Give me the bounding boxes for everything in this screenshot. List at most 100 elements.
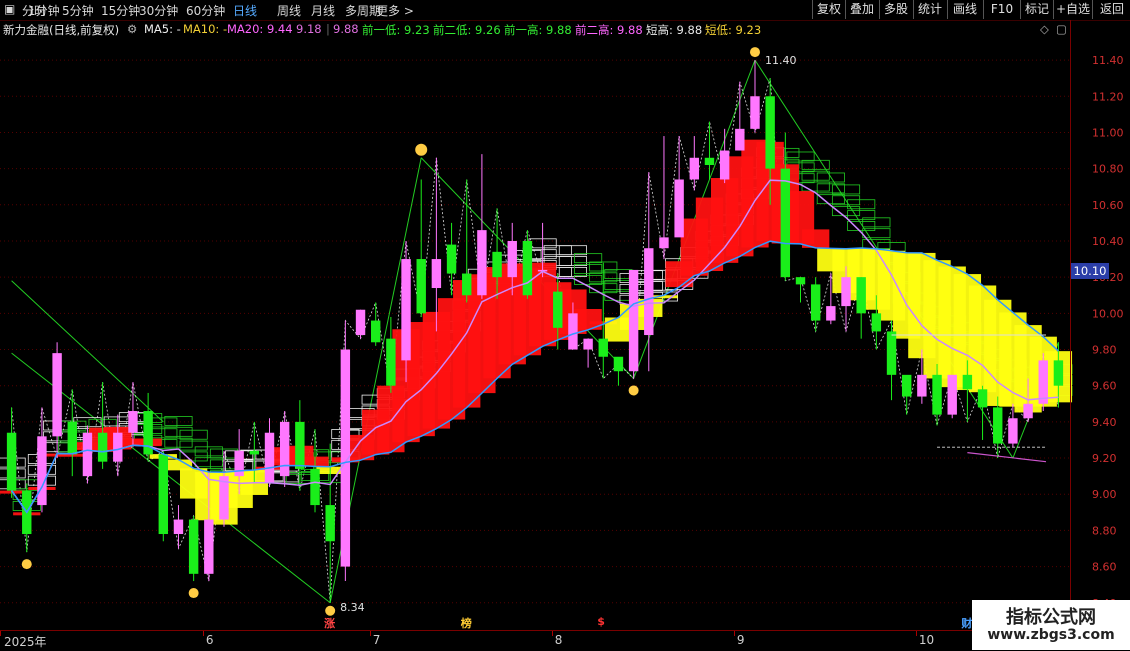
candle-body	[1023, 403, 1033, 419]
candle-body	[507, 240, 517, 278]
y-tick-label: 10.80	[1092, 163, 1124, 176]
window-icon[interactable]: ▢	[1056, 22, 1067, 36]
y-tick-label: 11.00	[1092, 126, 1124, 139]
event-marker[interactable]: $	[597, 615, 605, 628]
candle-body	[553, 291, 563, 328]
candle-body	[522, 240, 533, 296]
settings-icon[interactable]: ⚙	[127, 22, 137, 36]
period-tab-8[interactable]: 月线	[311, 2, 335, 19]
diamond-icon[interactable]: ◇	[1040, 22, 1049, 36]
kline-chart[interactable]: 8.408.608.809.009.209.409.609.8010.0010.…	[0, 38, 1130, 630]
x-tick-label: 10	[918, 633, 935, 647]
candle-body	[886, 331, 897, 375]
period-tab-4[interactable]: 30分钟	[139, 2, 178, 19]
low-label: 8.34	[340, 601, 365, 614]
hand-marker-icon	[188, 588, 199, 599]
candle-body	[962, 374, 973, 390]
candle-body	[765, 96, 775, 169]
toolbar-btn-4[interactable]: 画线	[947, 0, 982, 19]
y-tick-label: 10.40	[1092, 235, 1124, 248]
prev-low-1: 前一低: 9.23	[362, 23, 430, 37]
toolbar-btn-7[interactable]: +自选	[1053, 0, 1092, 19]
period-toolbar: 分时 1分钟 5分钟 15分钟 30分钟 60分钟 日线 周线 月线 多周期 更多 > ▣ 复权 叠加 多股…	[0, 0, 1130, 21]
toolbar-btn-8[interactable]: 返回	[1092, 0, 1130, 19]
period-tab-3[interactable]: 15分钟	[101, 2, 140, 19]
candle-body	[1008, 418, 1018, 444]
candle-body	[826, 306, 836, 321]
indicator-info-bar: 新力金融(日线,前复权) ⚙ MA5: - MA10: - MA20: 9.44…	[3, 22, 1067, 37]
candle-body	[82, 432, 93, 477]
prev-high-2: 前二高: 9.88	[575, 23, 643, 37]
ladder-box	[831, 206, 861, 217]
ladder-box	[786, 151, 815, 162]
period-tab-6[interactable]: 日线	[233, 2, 257, 19]
event-marker[interactable]: 榜	[461, 615, 472, 631]
marker-icon	[415, 143, 428, 156]
toolbar-btn-3[interactable]: 统计	[913, 0, 946, 19]
stock-title: 新力金融(日线,前复权)	[3, 23, 120, 37]
event-marker[interactable]: 财	[961, 615, 972, 631]
candle-body	[52, 353, 62, 437]
toolbar-btn-0[interactable]: 复权	[812, 0, 845, 19]
candle-body	[310, 468, 320, 506]
candle-body	[977, 389, 988, 408]
candle-body	[644, 248, 654, 336]
event-marker[interactable]: 涨	[324, 615, 335, 631]
candle-body	[917, 374, 927, 397]
trend-line	[11, 280, 164, 423]
layout-icon[interactable]: ▣	[4, 2, 15, 16]
period-tab-2[interactable]: 5分钟	[62, 2, 94, 19]
y-tick-label: 8.80	[1092, 524, 1117, 537]
y-tick-label: 11.20	[1092, 90, 1124, 103]
candle-body	[249, 450, 260, 455]
candle-body	[704, 157, 715, 166]
candle-body	[158, 454, 169, 535]
candle-body	[750, 96, 760, 129]
candle-body	[492, 251, 502, 278]
period-tab-5[interactable]: 60分钟	[186, 2, 225, 19]
candle-body	[993, 407, 1003, 444]
watermark-logo: 指标公式网 www.zbgs3.com	[972, 600, 1130, 650]
y-tick-label: 9.20	[1092, 452, 1117, 465]
candle-body	[841, 277, 851, 307]
period-tab-7[interactable]: 周线	[277, 2, 301, 19]
candle-body	[462, 273, 472, 296]
ladder-box	[543, 245, 572, 256]
candle-body	[659, 237, 669, 249]
toolbar-btn-5[interactable]: F10	[983, 0, 1020, 19]
ladder-box	[847, 199, 876, 210]
hand-marker-icon	[21, 559, 32, 570]
candle-body	[67, 421, 77, 455]
candle-body	[204, 519, 214, 574]
hand-marker-icon	[628, 385, 639, 396]
y-tick-label: 9.60	[1092, 380, 1117, 393]
candle-body	[613, 356, 624, 372]
current-price-tag: 10.10	[1071, 263, 1109, 279]
short-high: 短高: 9.88	[646, 23, 703, 37]
candle-body	[871, 313, 882, 332]
candle-body	[795, 277, 806, 285]
x-tick-label: 7	[372, 633, 381, 647]
candle-body	[810, 284, 821, 321]
candle-body	[477, 230, 487, 296]
candle-body	[901, 374, 912, 397]
y-tick-label: 10.60	[1092, 199, 1124, 212]
ladder-box	[862, 217, 891, 228]
toolbar-btn-6[interactable]: 标记	[1020, 0, 1053, 19]
candle-body	[1053, 360, 1064, 386]
candle-body	[386, 338, 396, 386]
toolbar-btn-2[interactable]: 多股	[879, 0, 912, 19]
candle-body	[370, 320, 381, 343]
candle-body	[234, 450, 244, 477]
candle-body	[416, 259, 426, 314]
period-tab-10[interactable]: 更多 >	[376, 2, 414, 19]
candle-body	[431, 259, 442, 289]
ma5-value: MA5: -	[144, 22, 181, 36]
toolbar-btn-1[interactable]: 叠加	[845, 0, 878, 19]
x-tick-label: 2025年	[4, 635, 47, 649]
ladder-box	[194, 446, 223, 457]
period-tab-1[interactable]: 1分钟	[28, 2, 60, 19]
y-tick-label: 9.00	[1092, 488, 1117, 501]
candle-body	[355, 309, 366, 336]
ladder-box	[801, 181, 830, 192]
